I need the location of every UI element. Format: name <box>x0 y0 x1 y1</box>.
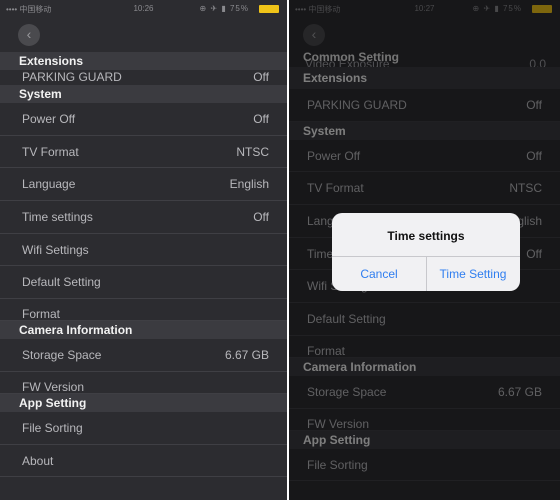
row-label: TV Format <box>22 144 79 159</box>
row-value: Off <box>253 70 269 84</box>
row-file-sorting[interactable]: File Sorting <box>0 412 287 445</box>
section-header-camera-information: Camera Information <box>0 321 287 340</box>
status-bar: •••• 中国移动 10:26 ⊕ ✈ ▮ 75% <box>0 0 287 18</box>
row-parking-guard[interactable]: PARKING GUARD Off <box>0 70 287 85</box>
section-header-system: System <box>0 85 287 103</box>
row-label: Time settings <box>22 210 93 225</box>
row-tv-format[interactable]: TV Format NTSC <box>0 136 287 169</box>
dialog-title: Time settings <box>387 229 465 243</box>
row-label: Format <box>22 307 61 322</box>
row-label: Wifi Settings <box>22 242 89 257</box>
time-settings-dialog: Time settings Cancel Time Setting <box>332 213 520 291</box>
row-default-setting[interactable]: Default Setting <box>0 266 287 300</box>
row-wifi-settings[interactable]: Wifi Settings <box>0 234 287 267</box>
row-label: Storage Space <box>22 348 102 363</box>
left-screen: •••• 中国移动 10:26 ⊕ ✈ ▮ 75% ‹ Extensions P… <box>0 0 287 500</box>
section-header-app-setting: App Setting <box>0 393 287 412</box>
row-about[interactable]: About <box>0 445 287 478</box>
row-language[interactable]: Language English <box>0 168 287 202</box>
time-setting-button[interactable]: Time Setting <box>426 257 520 291</box>
row-label: FW Version <box>22 379 85 394</box>
row-storage-space[interactable]: Storage Space 6.67 GB <box>0 339 287 372</box>
row-format[interactable]: Format <box>0 299 287 322</box>
row-label: PARKING GUARD <box>22 70 122 84</box>
row-time-settings[interactable]: Time settings Off <box>0 201 287 234</box>
status-icons: ⊕ ✈ ▮ 75% <box>199 4 249 13</box>
row-label: Language <box>22 177 76 192</box>
row-label: File Sorting <box>22 420 83 435</box>
row-value: Off <box>253 112 269 126</box>
row-label: About <box>22 453 54 468</box>
back-button[interactable]: ‹ <box>18 24 40 46</box>
battery-icon <box>259 5 279 13</box>
settings-list: Extensions PARKING GUARD Off System Powe… <box>0 52 287 478</box>
row-label: Power Off <box>22 112 76 126</box>
row-value: NTSC <box>236 144 269 159</box>
row-power-off[interactable]: Power Off Off <box>0 103 287 136</box>
row-value: 6.67 GB <box>224 348 269 363</box>
right-screen: •••• 中国移动 10:27 ⊕ ✈ ▮ 75% ‹ Video Exposu… <box>289 0 560 500</box>
row-fw-version[interactable]: FW Version <box>0 372 287 394</box>
cancel-button[interactable]: Cancel <box>332 257 427 291</box>
row-label: Default Setting <box>22 275 101 290</box>
section-header-extensions: Extensions <box>0 52 287 70</box>
row-value: English <box>229 177 269 192</box>
row-value: Off <box>253 210 269 225</box>
dialog-buttons: Cancel Time Setting <box>332 256 520 291</box>
